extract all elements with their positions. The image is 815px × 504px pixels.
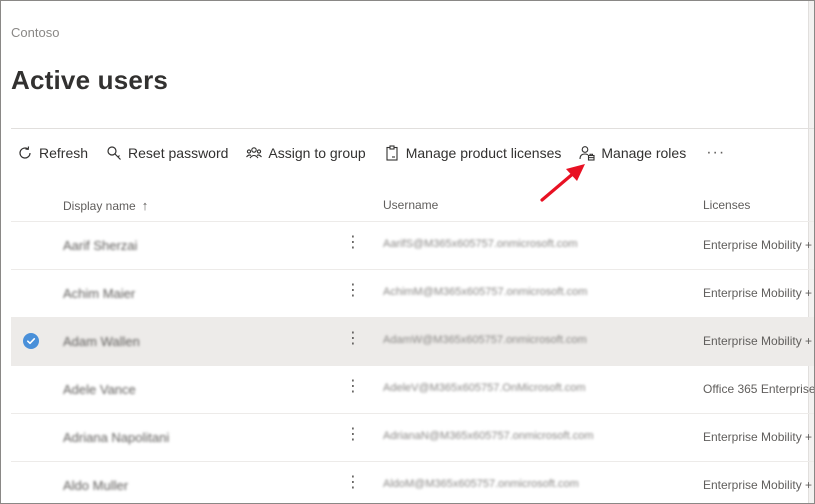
refresh-icon: [17, 145, 33, 161]
user-display-name[interactable]: Achim Maier: [63, 286, 135, 301]
user-username: AdeleV@M365x605757.OnMicrosoft.com: [383, 382, 586, 394]
command-bar: Refresh Reset password Assign to group M…: [17, 140, 725, 166]
user-licenses: Office 365 Enterprise: [703, 382, 815, 396]
manage-product-licenses-button[interactable]: Manage product licenses: [384, 140, 562, 166]
user-display-name[interactable]: Adriana Napolitani: [63, 430, 169, 445]
assign-to-group-label: Assign to group: [268, 145, 366, 161]
app-window: Contoso Active users Refresh Reset passw…: [0, 0, 815, 504]
table-header: Display name ↑ Username Licenses: [11, 187, 814, 222]
user-display-name[interactable]: Aldo Muller: [63, 478, 128, 493]
row-more-icon[interactable]: ⋮: [345, 379, 361, 395]
row-more-icon[interactable]: ⋮: [345, 427, 361, 443]
row-more-icon[interactable]: ⋮: [345, 331, 361, 347]
assign-to-group-button[interactable]: Assign to group: [246, 140, 366, 166]
user-licenses: Enterprise Mobility +: [703, 478, 813, 492]
reset-password-button[interactable]: Reset password: [106, 140, 228, 166]
user-licenses: Enterprise Mobility +: [703, 238, 813, 252]
sort-ascending-icon: ↑: [141, 198, 149, 213]
table-row[interactable]: Adriana Napolitani ⋮ AdrianaN@M365x60575…: [11, 414, 814, 462]
column-header-display-name[interactable]: Display name ↑: [63, 198, 148, 213]
manage-product-licenses-label: Manage product licenses: [405, 145, 562, 161]
row-more-icon[interactable]: ⋮: [345, 283, 361, 299]
refresh-button[interactable]: Refresh: [17, 140, 88, 166]
column-header-licenses[interactable]: Licenses: [703, 198, 750, 212]
org-name: Contoso: [11, 25, 60, 40]
user-username: AdamW@M365x605757.onmicrosoft.com: [383, 334, 587, 346]
toolbar-divider: [11, 128, 814, 129]
column-header-username[interactable]: Username: [383, 198, 438, 212]
clipboard-icon: [384, 145, 400, 161]
user-username: AldoM@M365x605757.onmicrosoft.com: [383, 478, 579, 490]
user-licenses: Enterprise Mobility +: [703, 286, 813, 300]
row-more-icon[interactable]: ⋮: [345, 235, 361, 251]
manage-roles-button[interactable]: Manage roles: [579, 140, 686, 166]
user-display-name[interactable]: Adele Vance: [63, 382, 136, 397]
user-username: AchimM@M365x605757.onmicrosoft.com: [383, 286, 588, 298]
display-name-header-label: Display name: [63, 198, 136, 213]
refresh-label: Refresh: [39, 145, 89, 161]
reset-password-label: Reset password: [128, 145, 229, 161]
manage-roles-label: Manage roles: [601, 145, 687, 161]
user-username: AdrianaN@M365x605757.onmicrosoft.com: [383, 430, 594, 442]
table-row[interactable]: Aarif Sherzai ⋮ AarifS@M365x605757.onmic…: [11, 222, 814, 270]
table-row[interactable]: Aldo Muller ⋮ AldoM@M365x605757.onmicros…: [11, 462, 814, 503]
table-row-selected[interactable]: Adam Wallen ⋮ AdamW@M365x605757.onmicros…: [11, 318, 814, 366]
user-licenses: Enterprise Mobility +: [703, 430, 813, 444]
user-display-name[interactable]: Aarif Sherzai: [63, 238, 137, 253]
user-display-name[interactable]: Adam Wallen: [63, 334, 140, 349]
user-username: AarifS@M365x605757.onmicrosoft.com: [383, 238, 578, 250]
key-search-icon: [106, 145, 122, 161]
row-selected-checkmark-icon[interactable]: [23, 333, 39, 349]
table-row[interactable]: Achim Maier ⋮ AchimM@M365x605757.onmicro…: [11, 270, 814, 318]
row-more-icon[interactable]: ⋮: [345, 475, 361, 491]
table-row[interactable]: Adele Vance ⋮ AdeleV@M365x605757.OnMicro…: [11, 366, 814, 414]
more-options-icon[interactable]: ···: [706, 144, 725, 162]
user-roles-icon: [579, 145, 595, 161]
page-title: Active users: [11, 65, 169, 95]
user-licenses: Enterprise Mobility +: [703, 334, 813, 348]
group-icon: [246, 145, 263, 161]
users-table: Display name ↑ Username Licenses Aarif S…: [11, 187, 814, 503]
